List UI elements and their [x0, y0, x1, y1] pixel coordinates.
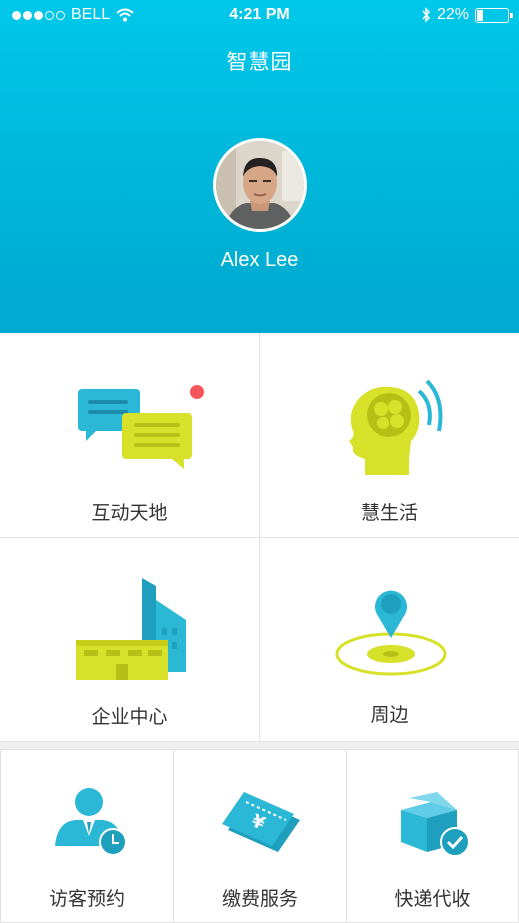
tile-smart-life[interactable]: 慧生活 [260, 333, 519, 537]
tile-enterprise-label: 企业中心 [91, 707, 168, 728]
visitor-clock-icon [55, 788, 127, 856]
buildings-icon [76, 578, 186, 680]
status-right: 22% [421, 6, 513, 24]
tile-interaction-label: 互动天地 [91, 503, 168, 524]
tile-enterprise[interactable]: 企业中心 [0, 538, 259, 741]
avatar-photo [216, 141, 304, 229]
brain-head-icon [349, 379, 443, 475]
profile-header: BELL 4:21 PM 22% 智慧园 Alex Lee [0, 0, 519, 333]
status-bar: BELL 4:21 PM 22% [0, 0, 519, 32]
tile-smart-life-label: 慧生活 [360, 503, 418, 524]
payment-ticket-icon: ¥ [222, 792, 300, 852]
tile-parcel-collection-label: 快递代收 [394, 889, 471, 910]
location-pin-icon [335, 590, 447, 676]
tile-payment-service[interactable]: ¥ 缴费服务 [173, 749, 347, 923]
chat-bubbles-icon [78, 385, 204, 469]
tile-payment-service-label: 缴费服务 [221, 889, 298, 910]
section-separator [0, 741, 519, 749]
services-grid: 访客预约 ¥ 缴费服务 快递代收 [0, 749, 519, 923]
tile-visitor-booking-label: 访客预约 [48, 889, 125, 910]
tile-parcel-collection[interactable]: 快递代收 [346, 749, 519, 923]
tile-nearby-label: 周边 [370, 705, 409, 726]
main-feature-grid: 互动天地 慧生活 企业中心 周边 [0, 333, 519, 741]
grid-divider-horizontal [0, 537, 519, 538]
avatar[interactable] [213, 138, 307, 232]
bluetooth-icon [422, 7, 430, 23]
battery-icon [475, 7, 513, 23]
tile-interaction[interactable]: 互动天地 [0, 333, 259, 537]
package-check-icon [401, 792, 470, 857]
page-title: 智慧园 [226, 51, 293, 74]
tile-nearby[interactable]: 周边 [260, 538, 519, 741]
tile-visitor-booking[interactable]: 访客预约 [0, 749, 174, 923]
user-name: Alex Lee [220, 249, 299, 271]
notification-dot [190, 385, 204, 399]
battery-percent: 22% [436, 6, 469, 23]
